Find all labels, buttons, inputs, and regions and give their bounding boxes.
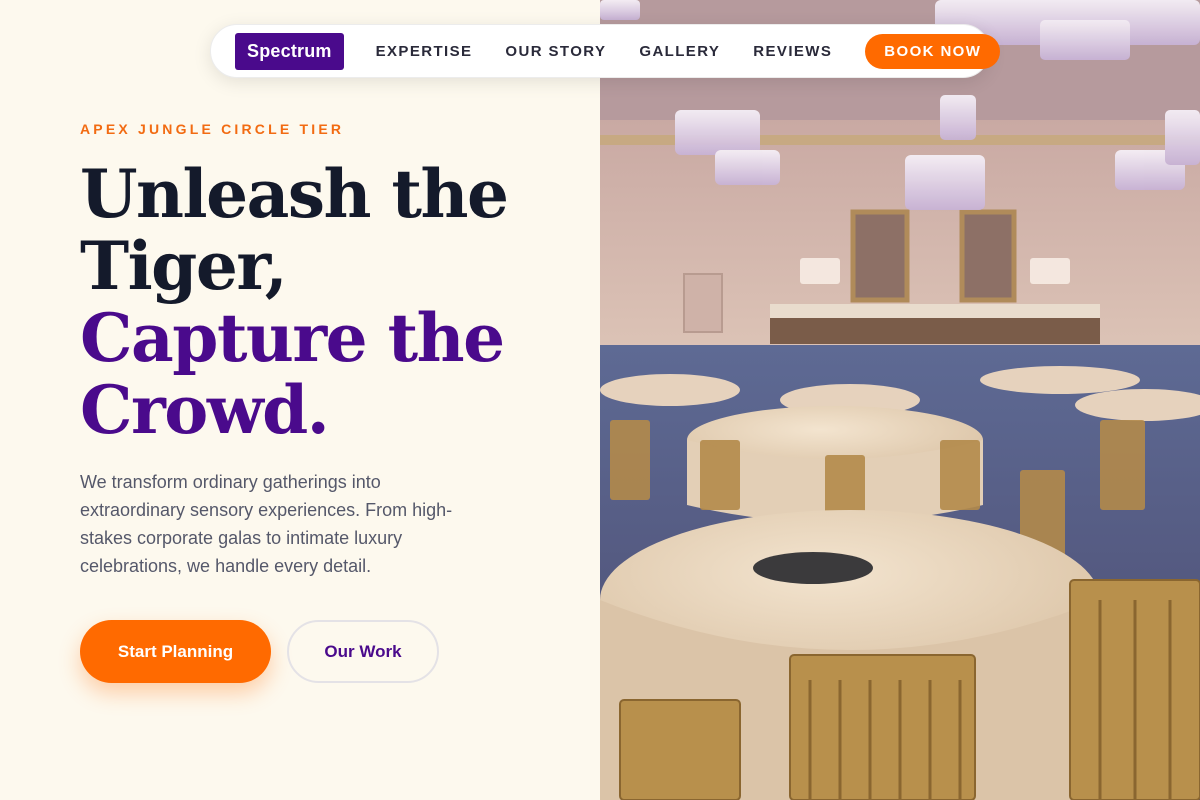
nav-link-expertise[interactable]: EXPERTISE bbox=[376, 43, 473, 60]
our-work-button[interactable]: Our Work bbox=[287, 620, 439, 683]
hero-headline: Unleash the Tiger, Capture the Crowd. bbox=[80, 158, 580, 446]
nav-link-reviews[interactable]: REVIEWS bbox=[753, 43, 832, 60]
start-planning-button[interactable]: Start Planning bbox=[80, 620, 271, 683]
headline-line-3: Capture the bbox=[80, 299, 505, 377]
top-navigation: Spectrum EXPERTISE OUR STORY GALLERY REV… bbox=[210, 24, 1001, 78]
hero-description: We transform ordinary gatherings into ex… bbox=[80, 472, 453, 576]
headline-line-4: Crowd. bbox=[80, 371, 330, 449]
headline-line-1: Unleash the bbox=[80, 155, 509, 233]
headline-line-2: Tiger, bbox=[80, 227, 288, 305]
nav-link-gallery[interactable]: GALLERY bbox=[639, 43, 720, 60]
brand-logo[interactable]: Spectrum bbox=[235, 32, 344, 70]
ballroom-photo bbox=[600, 0, 1200, 800]
book-now-button[interactable]: BOOK NOW bbox=[865, 33, 1001, 69]
nav-link-our-story[interactable]: OUR STORY bbox=[505, 43, 606, 60]
hero-eyebrow: APEX JUNGLE CIRCLE TIER bbox=[80, 121, 345, 137]
